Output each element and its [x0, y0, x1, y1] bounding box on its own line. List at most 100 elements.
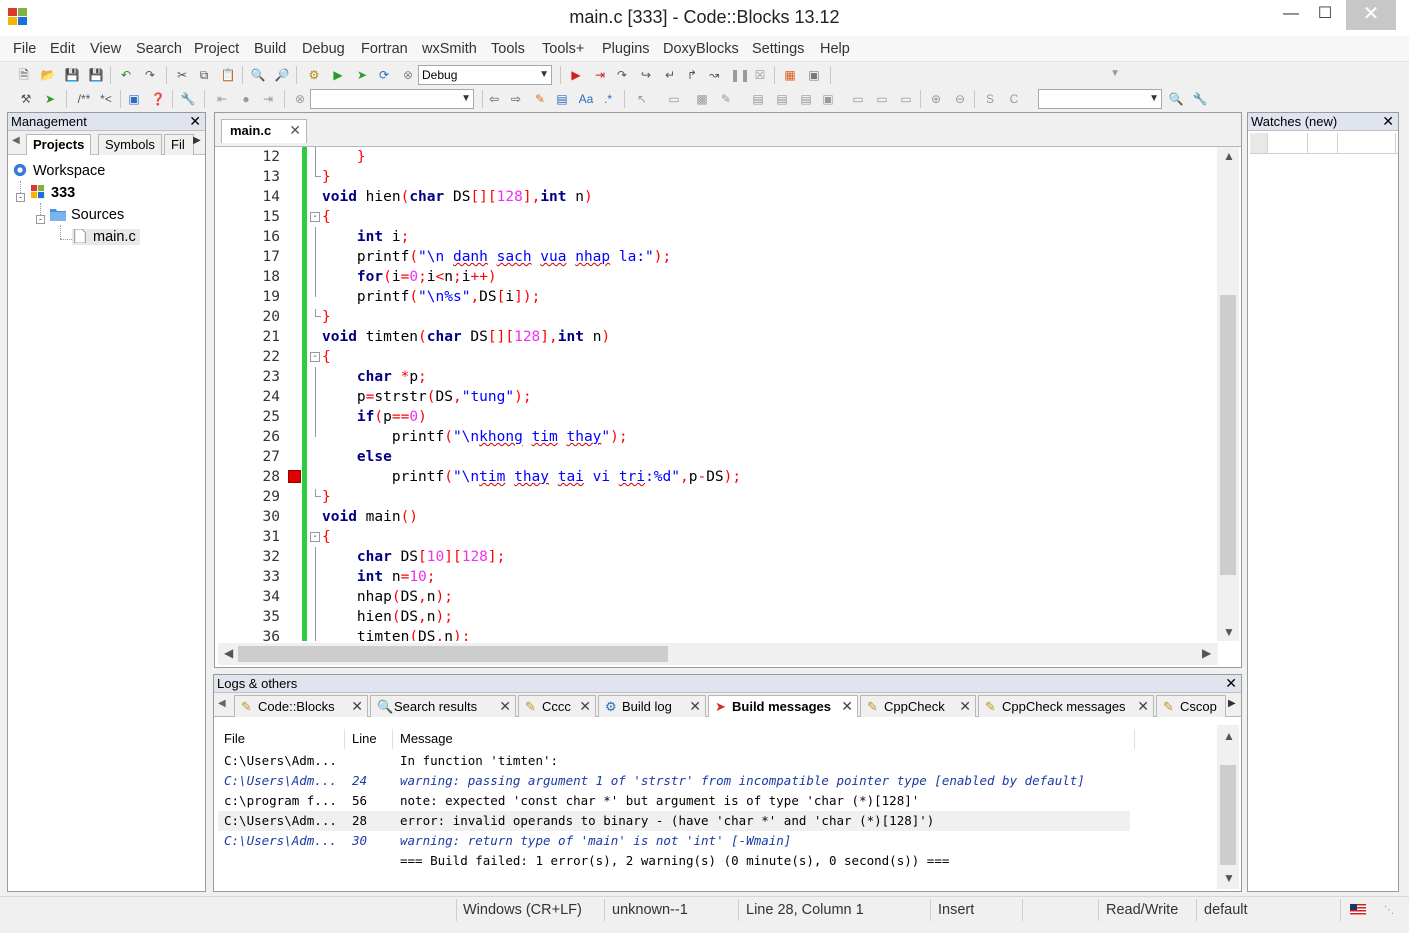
wx-panel-icon[interactable]: ▭: [666, 91, 682, 107]
menu-wxsmith[interactable]: wxSmith: [422, 41, 477, 57]
code-line[interactable]: 28 printf("\ntim thay tai vi tri:%d",p-D…: [218, 467, 1218, 487]
column-line[interactable]: Line: [352, 731, 377, 746]
code-line[interactable]: 22 {: [218, 347, 1218, 367]
search-settings-icon[interactable]: 🔧: [1192, 91, 1208, 107]
scroll-down-icon[interactable]: ▼: [1223, 871, 1235, 885]
code-line[interactable]: 12 }: [218, 147, 1218, 167]
cut-icon[interactable]: ✂: [174, 67, 190, 83]
tab-cppcheck-messages[interactable]: ✎ CppCheck messages ✕: [978, 695, 1154, 717]
paste-icon[interactable]: 📋: [220, 67, 236, 83]
resize-grip-icon[interactable]: ⋱: [1384, 905, 1394, 916]
tree-project[interactable]: 333: [30, 185, 75, 201]
menu-settings[interactable]: Settings: [752, 41, 804, 57]
editor-vertical-scrollbar[interactable]: ▲ ▼: [1217, 147, 1239, 641]
jump-forward-icon[interactable]: ⇥: [260, 91, 276, 107]
wx-image-icon[interactable]: ▩: [694, 91, 710, 107]
step-out-icon[interactable]: ↱: [684, 67, 700, 83]
debug-info-icon[interactable]: ▣: [806, 67, 822, 83]
wx-sizer2-icon[interactable]: ▤: [774, 91, 790, 107]
chevron-left-icon[interactable]: ◀: [12, 135, 20, 146]
chevron-right-icon[interactable]: ▶: [1228, 698, 1236, 709]
tree-workspace[interactable]: Workspace: [12, 163, 105, 179]
copy-icon[interactable]: ⧉: [196, 67, 212, 83]
rebuild-icon[interactable]: ⟳: [376, 67, 392, 83]
message-row[interactable]: C:\Users\Adm... 24 warning: passing argume…: [218, 771, 1130, 791]
close-icon[interactable]: ✕: [289, 122, 301, 139]
step-into-icon[interactable]: ↵: [662, 67, 678, 83]
code-line[interactable]: 16 int i;: [218, 227, 1218, 247]
code-line[interactable]: 35 hien(DS,n);: [218, 607, 1218, 627]
maximize-button[interactable]: ☐: [1302, 0, 1348, 30]
fold-toggle-icon[interactable]: -: [310, 212, 320, 222]
code-line[interactable]: 14 void hien(char DS[][128],int n): [218, 187, 1218, 207]
column-file[interactable]: File: [224, 731, 245, 746]
menu-plugins[interactable]: Plugins: [602, 41, 650, 57]
close-icon[interactable]: ✕: [1225, 675, 1237, 692]
scroll-right-icon[interactable]: ▶: [1202, 646, 1211, 660]
code-line[interactable]: 20}: [218, 307, 1218, 327]
jump-back-icon[interactable]: ⇤: [214, 91, 230, 107]
close-icon[interactable]: ✕: [689, 698, 701, 715]
wx-border3-icon[interactable]: ▭: [898, 91, 914, 107]
clear-search-icon[interactable]: ⊗: [292, 91, 308, 107]
search-go-icon[interactable]: 🔍: [1168, 91, 1184, 107]
logs-vertical-scrollbar[interactable]: ▲ ▼: [1217, 725, 1239, 889]
run-html-icon[interactable]: ▣: [126, 91, 142, 107]
search-next-icon[interactable]: ⇨: [508, 91, 524, 107]
incremental-search-input[interactable]: ▼: [310, 89, 474, 109]
code-line[interactable]: 24 p=strstr(DS,"tung");: [218, 387, 1218, 407]
step-instruction-icon[interactable]: ↝: [706, 67, 722, 83]
code-search-input[interactable]: ▼: [1038, 89, 1162, 109]
close-icon[interactable]: ✕: [579, 698, 591, 715]
tab-build-log[interactable]: ⚙ Build log ✕: [598, 695, 706, 717]
scroll-up-icon[interactable]: ▲: [1223, 149, 1235, 163]
code-line[interactable]: 30 void main(): [218, 507, 1218, 527]
menu-debug[interactable]: Debug: [302, 41, 345, 57]
highlight-icon[interactable]: ✎: [532, 91, 548, 107]
save-all-icon[interactable]: 💾: [88, 67, 104, 83]
menu-tools[interactable]: Tools: [491, 41, 525, 57]
doxy-line-comment-button[interactable]: *<: [96, 91, 116, 107]
zoom-in-icon[interactable]: ⊕: [928, 91, 944, 107]
wx-edit-icon[interactable]: ✎: [718, 91, 734, 107]
fold-toggle-icon[interactable]: -: [310, 532, 320, 542]
message-row[interactable]: C:\Users\Adm... 30 warning: return type of…: [218, 831, 1130, 851]
code-line[interactable]: 17 printf("\n danh sach vua nhap la:");: [218, 247, 1218, 267]
close-icon[interactable]: ✕: [959, 698, 971, 715]
code-line[interactable]: 26 printf("\nkhong tim thay");: [218, 427, 1218, 447]
run-icon[interactable]: ▶: [330, 67, 346, 83]
build-target-select[interactable]: Debug ▼: [418, 65, 552, 85]
menu-fortran[interactable]: Fortran: [361, 41, 408, 57]
close-icon[interactable]: ✕: [1137, 698, 1149, 715]
abort-icon[interactable]: ⊗: [400, 67, 416, 83]
wx-border2-icon[interactable]: ▭: [874, 91, 890, 107]
close-icon[interactable]: ✕: [189, 113, 201, 130]
code-line[interactable]: 32 char DS[10][128];: [218, 547, 1218, 567]
code-line[interactable]: 23 char *p;: [218, 367, 1218, 387]
collapse-icon[interactable]: -: [36, 215, 45, 224]
menu-project[interactable]: Project: [194, 41, 239, 57]
scroll-thumb[interactable]: [238, 646, 668, 662]
tab-projects[interactable]: Projects: [26, 134, 92, 155]
tab-symbols[interactable]: Symbols: [98, 134, 162, 155]
close-icon[interactable]: ✕: [351, 698, 363, 715]
code-editor[interactable]: 12 } 13} 14 void hien(char DS[][128],int n)…: [218, 147, 1218, 641]
tree-file-main-c[interactable]: main.c: [72, 229, 140, 245]
build-run-icon[interactable]: ➤: [354, 67, 370, 83]
menu-view[interactable]: View: [90, 41, 121, 57]
code-line[interactable]: 25 if(p==0): [218, 407, 1218, 427]
column-message[interactable]: Message: [400, 731, 453, 746]
code-line[interactable]: 21 void timten(char DS[][128],int n): [218, 327, 1218, 347]
pause-icon[interactable]: ❚❚: [730, 67, 750, 83]
wx-sizer-icon[interactable]: ▤: [750, 91, 766, 107]
message-row[interactable]: C:\Users\Adm... 28 error: invalid operands…: [218, 811, 1130, 831]
collapse-icon[interactable]: -: [16, 193, 25, 202]
watches-grid[interactable]: [1250, 133, 1398, 154]
tab-cccc[interactable]: ✎ Cccc ✕: [518, 695, 596, 717]
close-icon[interactable]: ✕: [1382, 113, 1394, 130]
redo-icon[interactable]: ↷: [142, 67, 158, 83]
replace-icon[interactable]: 🔎: [274, 67, 290, 83]
tree-folder-sources[interactable]: Sources: [50, 207, 124, 223]
code-line[interactable]: 13}: [218, 167, 1218, 187]
selection-only-icon[interactable]: ▤: [554, 91, 570, 107]
